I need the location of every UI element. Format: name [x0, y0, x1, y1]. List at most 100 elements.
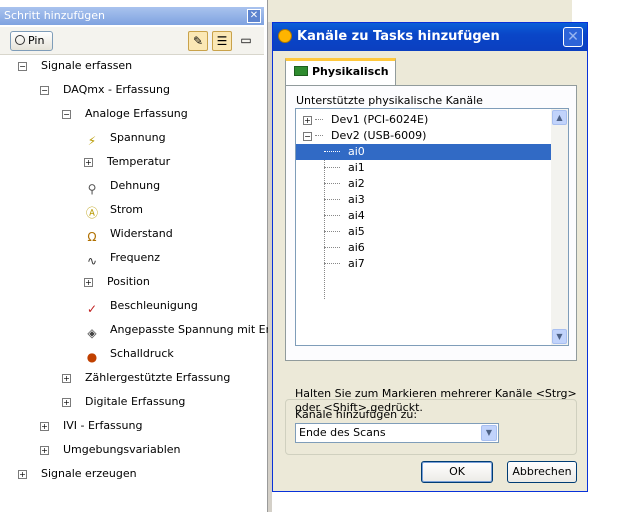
expand-icon[interactable]: +: [62, 374, 71, 383]
channel-item[interactable]: ai6: [296, 240, 551, 256]
tree-item[interactable]: ◈ Angepasste Spannung mit Er...: [84, 320, 279, 344]
tree-item-label: DAQmx - Erfassung: [63, 83, 170, 96]
tree-connector: [324, 199, 340, 200]
panel-toolbar: Pin ✎ ☰ ▭: [0, 27, 264, 55]
acceleration-icon: ✓: [86, 302, 98, 316]
tree-connector: [324, 231, 340, 232]
tree-item[interactable]: + Signale erzeugen: [18, 464, 137, 488]
collapse-icon[interactable]: −: [62, 110, 71, 119]
pin-icon: [15, 35, 25, 45]
channel-item[interactable]: ai4: [296, 208, 551, 224]
channel-label: ai5: [348, 225, 365, 238]
tree-connector: [324, 215, 340, 216]
add-to-value: Ende des Scans: [299, 426, 386, 439]
scrollbar[interactable]: ▲ ▼: [551, 109, 568, 345]
tree-item[interactable]: Ω Widerstand: [84, 224, 173, 248]
collapse-icon[interactable]: −: [40, 86, 49, 95]
background-area: [588, 0, 640, 512]
tree-connector: [324, 183, 340, 184]
tree-item[interactable]: Ⓐ Strom: [84, 200, 143, 224]
tree-item-label: Schalldruck: [110, 347, 174, 360]
tree-item[interactable]: ● Schalldruck: [84, 344, 174, 368]
cancel-button[interactable]: Abbrechen: [507, 461, 577, 483]
expand-icon[interactable]: +: [62, 398, 71, 407]
tree-item[interactable]: + Position: [84, 272, 150, 296]
tree-item-label: Zählergestützte Erfassung: [85, 371, 231, 384]
scroll-down-icon[interactable]: ▼: [552, 329, 567, 344]
tree-item-label: Frequenz: [110, 251, 161, 264]
tree-connector: [315, 119, 323, 120]
tree-item[interactable]: − DAQmx - Erfassung: [40, 80, 170, 104]
custom-voltage-icon: ◈: [87, 326, 97, 340]
expand-icon[interactable]: +: [18, 470, 27, 479]
channel-item[interactable]: ai1: [296, 160, 551, 176]
tree-item[interactable]: + IVI - Erfassung: [40, 416, 142, 440]
chevron-down-icon[interactable]: ▼: [481, 425, 497, 441]
tree-item-label: Umgebungsvariablen: [63, 443, 181, 456]
tree-item[interactable]: + Digitale Erfassung: [62, 392, 185, 416]
window-icon[interactable]: ▭: [236, 31, 256, 51]
expand-icon[interactable]: +: [84, 278, 93, 287]
close-icon[interactable]: ✕: [563, 27, 583, 47]
dialog-title-bar: Kanäle zu Tasks hinzufügen ✕: [273, 23, 587, 51]
scroll-up-icon[interactable]: ▲: [552, 110, 567, 125]
tree-item-label: Position: [107, 275, 150, 288]
tree-item[interactable]: ∿ Frequenz: [84, 248, 160, 272]
tab-panel: Unterstützte physikalische Kanäle + Dev1 …: [285, 85, 577, 361]
tree-item[interactable]: − Signale erfassen: [18, 56, 132, 80]
channel-item[interactable]: ai2: [296, 176, 551, 192]
list-view-icon[interactable]: ☰: [212, 31, 232, 51]
channel-label: ai0: [348, 145, 365, 158]
expand-icon[interactable]: +: [84, 158, 93, 167]
tab-physical[interactable]: Physikalisch: [285, 58, 396, 86]
channel-item[interactable]: ai3: [296, 192, 551, 208]
expand-icon[interactable]: +: [40, 446, 49, 455]
collapse-icon[interactable]: −: [303, 132, 312, 141]
tree-item[interactable]: ✓ Beschleunigung: [84, 296, 198, 320]
channel-tree-list[interactable]: + Dev1 (PCI-6024E) − Dev2 (USB-6009) ai0 ai1 a…: [295, 108, 569, 346]
tree-item-label: IVI - Erfassung: [63, 419, 143, 432]
dialog-title: Kanäle zu Tasks hinzufügen: [297, 29, 500, 44]
daq-assistant-icon: [278, 29, 292, 43]
tree-item[interactable]: ⚲ Dehnung: [84, 176, 161, 200]
help-icon[interactable]: ✎: [188, 31, 208, 51]
tree-item[interactable]: − Analoge Erfassung: [62, 104, 188, 128]
add-channels-dialog: Kanäle zu Tasks hinzufügen ✕ Physikalisc…: [272, 22, 588, 492]
channel-label: ai4: [348, 209, 365, 222]
channel-item[interactable]: ai0: [296, 144, 551, 160]
tree-item[interactable]: ⚡ Spannung: [84, 128, 166, 152]
tree-item-label: Signale erzeugen: [41, 467, 137, 480]
tree-connector: [315, 135, 323, 136]
expand-icon[interactable]: +: [40, 422, 49, 431]
add-to-label: Kanäle hinzufügen zu:: [295, 408, 418, 421]
frequency-icon: ∿: [86, 254, 98, 268]
tree-item-label: Widerstand: [110, 227, 173, 240]
current-icon: Ⓐ: [85, 206, 98, 220]
tree-item[interactable]: + Zählergestützte Erfassung: [62, 368, 230, 392]
channel-label: ai1: [348, 161, 365, 174]
expand-icon[interactable]: +: [303, 116, 312, 125]
tree-item[interactable]: + Umgebungsvariablen: [40, 440, 181, 464]
ok-button[interactable]: OK: [421, 461, 493, 483]
tree-connector: [324, 151, 340, 152]
pin-label: Pin: [28, 34, 45, 47]
collapse-icon[interactable]: −: [18, 62, 27, 71]
tab-label: Physikalisch: [312, 65, 389, 78]
device-item[interactable]: + Dev1 (PCI-6024E): [296, 112, 551, 128]
strain-icon: ⚲: [87, 182, 97, 196]
tree-item[interactable]: + Temperatur: [84, 152, 170, 176]
channel-item[interactable]: ai5: [296, 224, 551, 240]
panel-title-bar: Schritt hinzufügen ✕: [0, 7, 264, 25]
device-item[interactable]: − Dev2 (USB-6009): [296, 128, 551, 144]
tree-connector: [324, 263, 340, 264]
add-to-dropdown[interactable]: Ende des Scans ▼: [295, 423, 499, 443]
channel-label: ai2: [348, 177, 365, 190]
pin-button[interactable]: Pin: [10, 31, 53, 51]
resistance-icon: Ω: [87, 230, 97, 244]
channel-label: ai7: [348, 257, 365, 270]
channels-label: Unterstützte physikalische Kanäle: [296, 94, 483, 107]
channel-label: ai6: [348, 241, 365, 254]
channel-item[interactable]: ai7: [296, 256, 551, 272]
tree-item-label: Digitale Erfassung: [85, 395, 186, 408]
close-icon[interactable]: ✕: [247, 9, 261, 23]
